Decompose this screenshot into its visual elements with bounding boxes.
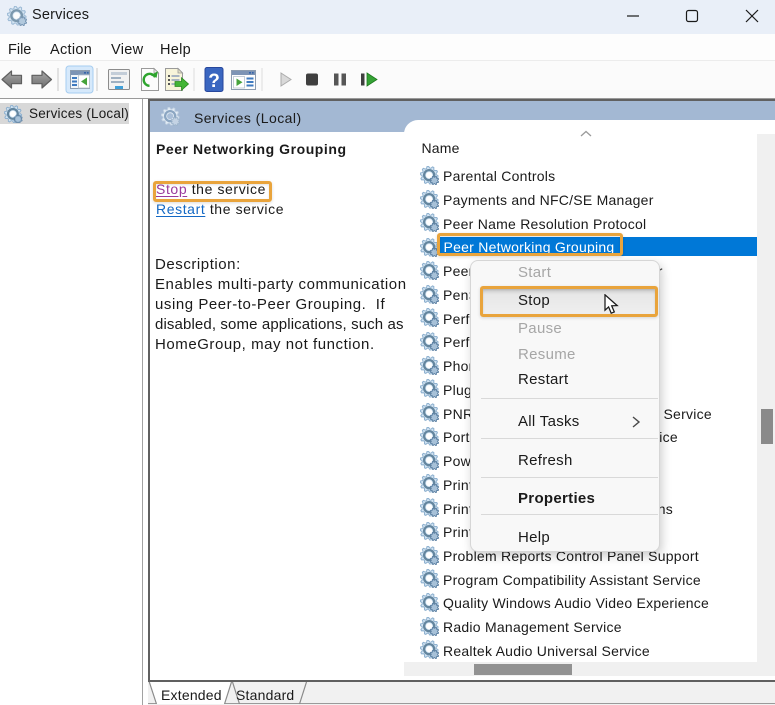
svg-text:?: ?: [208, 71, 220, 92]
